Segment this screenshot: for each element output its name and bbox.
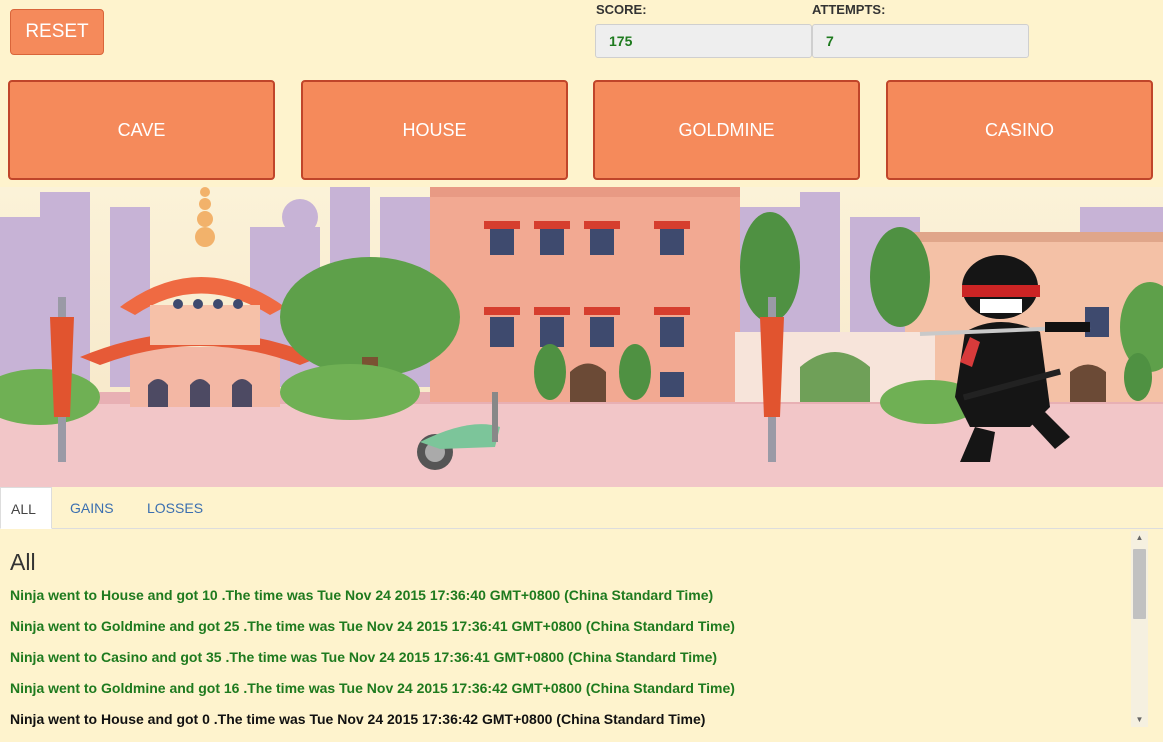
- city-street-illustration: [0, 187, 1163, 487]
- attempts-field: 7: [812, 24, 1029, 58]
- log-tabs: ALL GAINS LOSSES: [0, 487, 1163, 529]
- log-entry: Ninja went to House and got 0 .The time …: [10, 711, 706, 727]
- house-button[interactable]: HOUSE: [301, 80, 568, 180]
- scroll-thumb[interactable]: [1133, 549, 1146, 619]
- goldmine-button[interactable]: GOLDMINE: [593, 80, 860, 180]
- activity-log: All Ninja went to House and got 10 .The …: [0, 529, 1163, 742]
- tab-all[interactable]: ALL: [0, 487, 52, 529]
- log-entry: Ninja went to House and got 10 .The time…: [10, 587, 714, 603]
- scroll-up-icon[interactable]: ▲: [1131, 531, 1148, 545]
- casino-button[interactable]: CASINO: [886, 80, 1153, 180]
- pink-building: [430, 187, 740, 402]
- log-entry: Ninja went to Goldmine and got 16 .The t…: [10, 680, 735, 696]
- game-scene: [0, 187, 1163, 487]
- scroll-down-icon[interactable]: ▼: [1131, 713, 1148, 727]
- reset-button[interactable]: RESET: [10, 9, 104, 55]
- log-entry: Ninja went to Casino and got 35 .The tim…: [10, 649, 718, 665]
- tab-losses[interactable]: LOSSES: [137, 487, 213, 529]
- attempts-label: ATTEMPTS:: [812, 2, 886, 17]
- score-label: SCORE:: [596, 2, 647, 17]
- log-scrollbar[interactable]: ▲ ▼: [1131, 531, 1148, 727]
- tab-gains[interactable]: GAINS: [60, 487, 124, 529]
- log-heading: All: [10, 549, 36, 575]
- cave-button[interactable]: CAVE: [8, 80, 275, 180]
- log-entry: Ninja went to Goldmine and got 25 .The t…: [10, 618, 735, 634]
- score-field: 175: [595, 24, 812, 58]
